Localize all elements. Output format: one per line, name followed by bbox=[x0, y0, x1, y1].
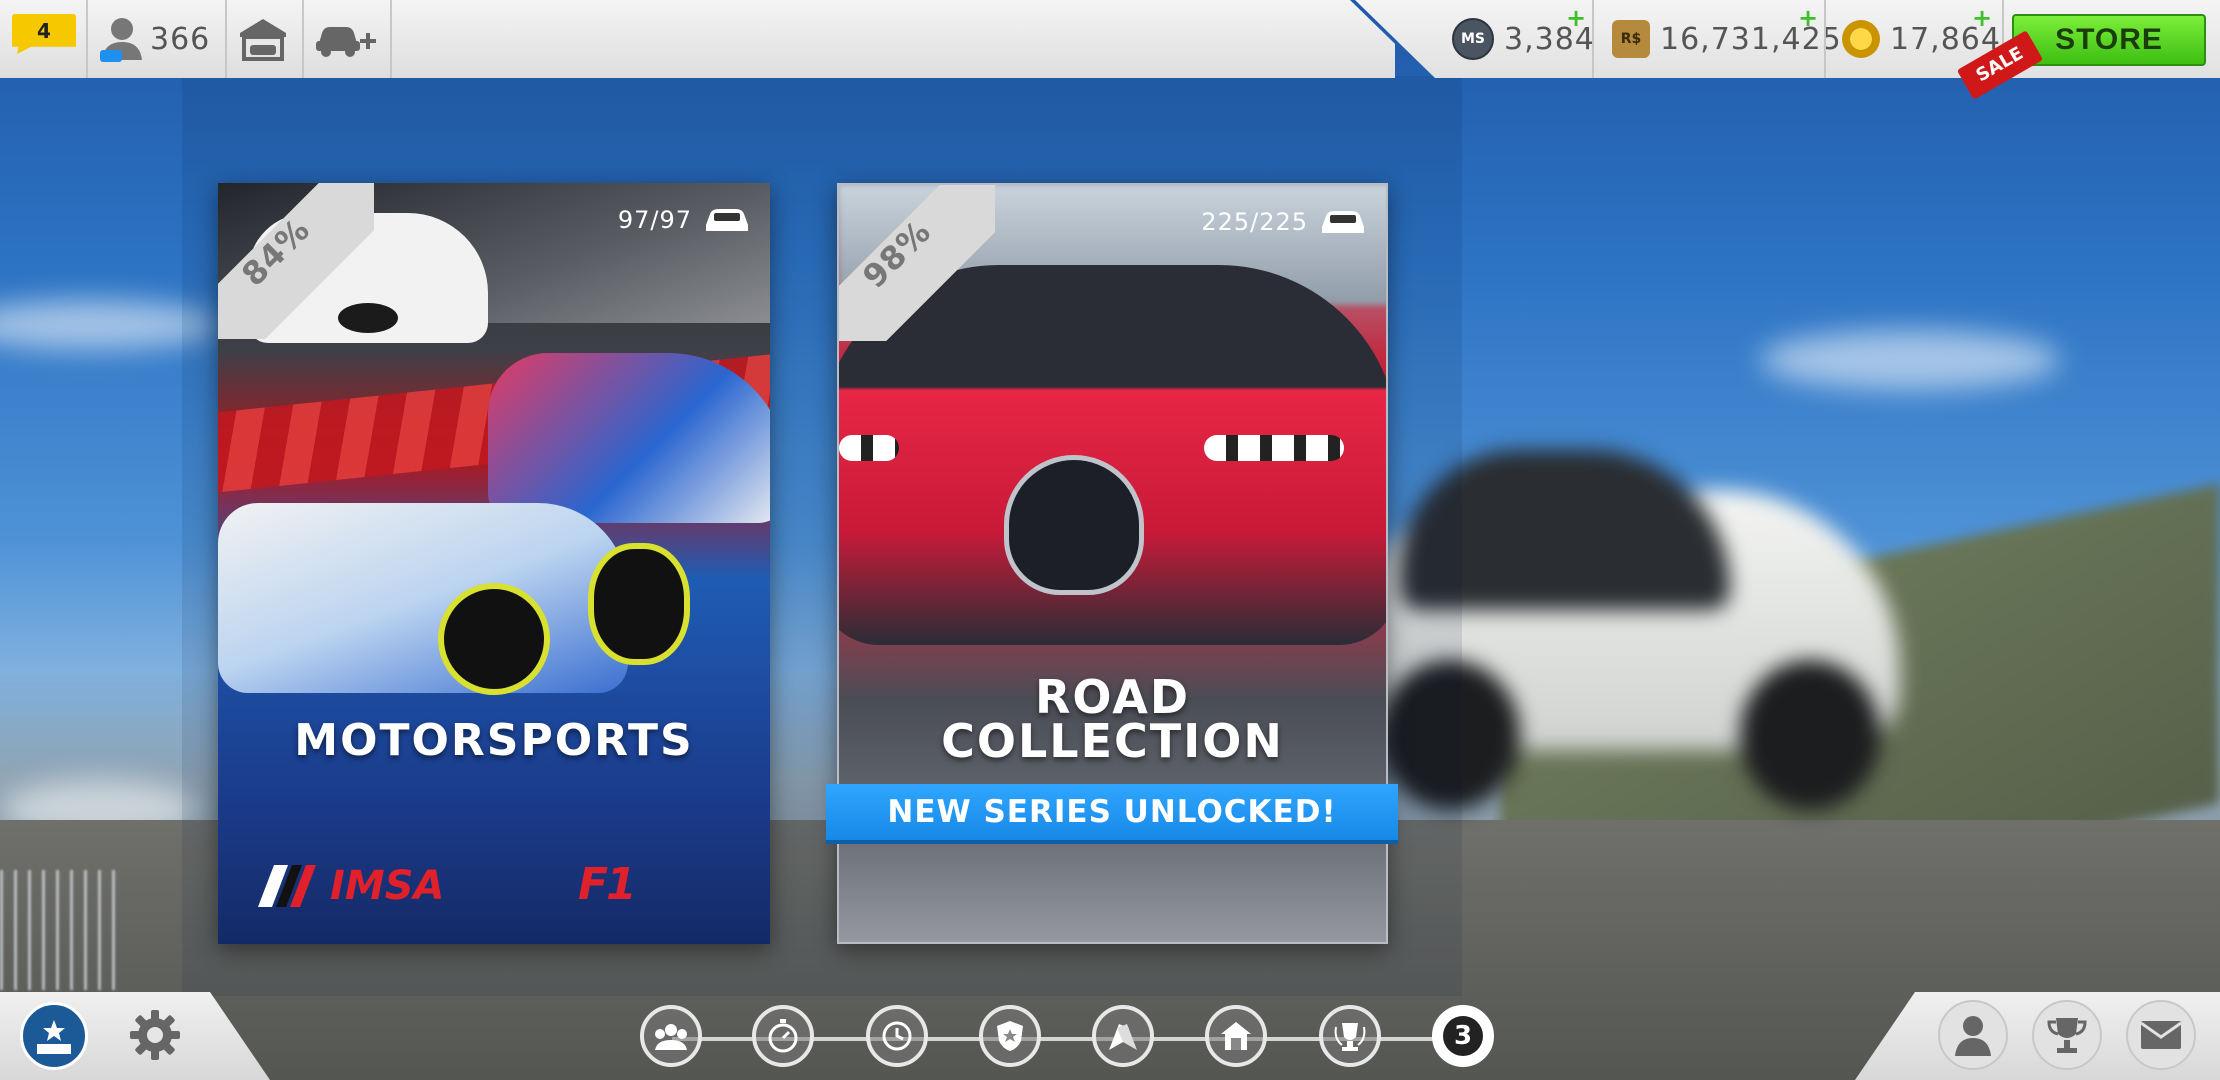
cloud bbox=[1760, 330, 2060, 390]
team-node[interactable] bbox=[979, 1005, 1041, 1067]
flags-icon bbox=[1109, 1024, 1137, 1050]
road-collection-title: ROAD COLLECTION bbox=[941, 670, 1284, 768]
horseshoe-grille bbox=[1004, 455, 1144, 595]
history-node[interactable] bbox=[866, 1005, 928, 1067]
gear-icon bbox=[130, 1010, 180, 1060]
tier-3-icon: 3 bbox=[1443, 1016, 1483, 1056]
friends-button[interactable]: 366 bbox=[100, 0, 210, 78]
messages-count: 4 bbox=[37, 19, 51, 43]
add-rs-icon[interactable]: + bbox=[1798, 4, 1818, 32]
cars-owned: 225/225 bbox=[1201, 207, 1366, 237]
cars-owned-count: 225/225 bbox=[1201, 208, 1308, 236]
garage-icon bbox=[1221, 1022, 1251, 1050]
community-icon bbox=[655, 1024, 687, 1050]
garage-node[interactable] bbox=[1205, 1005, 1267, 1067]
f1-logo: F1 bbox=[578, 859, 637, 910]
podium-star-icon bbox=[37, 1020, 71, 1054]
buy-car-button[interactable] bbox=[316, 0, 378, 78]
community-node[interactable] bbox=[640, 1005, 702, 1067]
friends-count: 366 bbox=[150, 21, 211, 57]
garage-icon bbox=[240, 19, 286, 61]
tier-3-node[interactable]: 3 bbox=[1432, 1005, 1494, 1067]
garage-button[interactable] bbox=[238, 0, 288, 78]
stopwatch-icon bbox=[768, 1019, 798, 1053]
trophies-button[interactable] bbox=[2032, 1000, 2102, 1070]
rs-icon: R$ bbox=[1612, 20, 1650, 58]
imsa-stripes-icon bbox=[258, 865, 316, 907]
settings-button[interactable] bbox=[122, 1002, 188, 1068]
add-mastery-icon[interactable]: + bbox=[1566, 4, 1586, 32]
championship-node[interactable] bbox=[1319, 1005, 1381, 1067]
time-trial-node[interactable] bbox=[752, 1005, 814, 1067]
gt-car bbox=[488, 353, 770, 523]
imsa-logo: IMSA bbox=[258, 863, 444, 909]
motorsports-title: MOTORSPORTS bbox=[294, 715, 694, 766]
formula-car bbox=[218, 503, 628, 693]
history-icon bbox=[882, 1021, 912, 1051]
new-series-banner: NEW SERIES UNLOCKED! bbox=[826, 784, 1398, 840]
shield-icon bbox=[997, 1021, 1023, 1051]
car-icon bbox=[1322, 211, 1364, 233]
profile-button[interactable] bbox=[1938, 1000, 2008, 1070]
fence bbox=[0, 870, 120, 990]
mail-button[interactable] bbox=[2126, 1000, 2196, 1070]
top-bar: 4 366 MS 3,384 + R$ 16,731,425 + 17,864 … bbox=[0, 0, 2220, 100]
gold-icon bbox=[1842, 20, 1880, 58]
headlights bbox=[1204, 435, 1344, 461]
add-gold-icon[interactable]: + bbox=[1972, 4, 1992, 32]
cars-owned: 97/97 bbox=[618, 205, 750, 235]
mastery-icon: MS bbox=[1452, 18, 1494, 60]
trophy-laurel-icon bbox=[1334, 1023, 1366, 1051]
trophy-icon bbox=[2047, 1018, 2087, 1053]
race-node[interactable] bbox=[1092, 1005, 1154, 1067]
car-icon bbox=[706, 209, 748, 231]
add-car-icon bbox=[316, 27, 376, 57]
profile-icon bbox=[1955, 1016, 1991, 1056]
motorsports-card[interactable]: 84% 97/97 MOTORSPORTS IMSA F1 bbox=[218, 183, 770, 944]
mail-icon bbox=[2140, 1021, 2182, 1049]
friends-icon bbox=[100, 18, 142, 62]
cars-owned-count: 97/97 bbox=[617, 206, 692, 234]
home-podium-button[interactable] bbox=[20, 1002, 88, 1070]
